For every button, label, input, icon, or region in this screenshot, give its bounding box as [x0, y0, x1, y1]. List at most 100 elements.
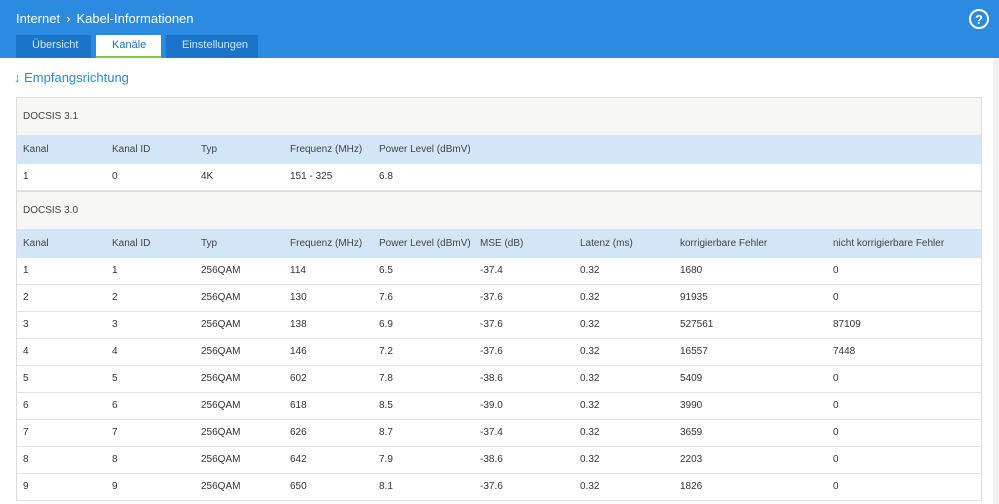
- table-cell: 2203: [680, 454, 703, 465]
- table-cell: 0: [112, 171, 118, 182]
- column-header: Power Level (dBmV): [379, 238, 471, 249]
- tab-kanaele[interactable]: Kanäle: [96, 35, 161, 58]
- table-cell: 0.32: [580, 265, 600, 276]
- table-row: 7 7 256QAM 626 8.7 -37.4 0.32 3659 0: [17, 420, 981, 447]
- table-cell: 91935: [680, 292, 708, 303]
- table-cell: 0: [833, 427, 839, 438]
- table-cell: 7.9: [379, 454, 393, 465]
- table-cell: 0: [833, 265, 839, 276]
- column-header: Frequenz (MHz): [290, 238, 363, 249]
- tab-bar: Übersicht Kanäle Einstellungen: [16, 35, 258, 58]
- table-cell: 9: [23, 481, 29, 492]
- table-cell: 8: [112, 454, 118, 465]
- tab-einstellungen[interactable]: Einstellungen: [166, 35, 258, 58]
- table-cell: 0.32: [580, 292, 600, 303]
- table-row: 1 1 256QAM 114 6.5 -37.4 0.32 1680 0: [17, 258, 981, 285]
- column-header: Typ: [201, 144, 218, 155]
- table-cell: 256QAM: [201, 292, 241, 303]
- arrow-down-icon: ↓: [14, 70, 21, 85]
- table-cell: 5: [112, 373, 118, 384]
- table-row: 5 5 256QAM 602 7.8 -38.6 0.32 5409 0: [17, 366, 981, 393]
- table-cell: 256QAM: [201, 319, 241, 330]
- table-cell: 256QAM: [201, 346, 241, 357]
- table-row: 4 4 256QAM 146 7.2 -37.6 0.32 16557 7448: [17, 339, 981, 366]
- table-cell: 7: [112, 427, 118, 438]
- table-cell: 7448: [833, 346, 856, 357]
- table-cell: 256QAM: [201, 427, 241, 438]
- table-cell: 2: [23, 292, 29, 303]
- docsis31-section: Kanal Kanal ID Typ Frequenz (MHz) Power Leve…: [17, 135, 981, 191]
- table-cell: 0.32: [580, 400, 600, 411]
- channel-table: DOCSIS 3.1 Kanal Kanal ID Typ Frequenz (MHz…: [16, 97, 982, 501]
- table-cell: -38.6: [480, 373, 503, 384]
- table-cell: -37.4: [480, 265, 503, 276]
- column-header: Kanal ID: [112, 144, 151, 155]
- table-cell: 527561: [680, 319, 714, 330]
- table-cell: -38.6: [480, 454, 503, 465]
- column-header: Frequenz (MHz): [290, 144, 363, 155]
- chevron-right-icon: ›: [66, 11, 71, 26]
- docsis30-section: Kanal Kanal ID Typ Frequenz (MHz) Power Leve…: [17, 229, 981, 501]
- table-cell: 0: [833, 400, 839, 411]
- table-cell: 256QAM: [201, 373, 241, 384]
- table-row: 9 9 256QAM 650 8.1 -37.6 0.32 1826 0: [17, 474, 981, 501]
- table-row: 1 0 4K 151 - 325 6.8: [17, 164, 981, 191]
- table-cell: -37.4: [480, 427, 503, 438]
- table-cell: -37.6: [480, 346, 503, 357]
- table-cell: 8.5: [379, 400, 393, 411]
- vertical-scrollbar[interactable]: [993, 58, 999, 504]
- table-cell: 7.2: [379, 346, 393, 357]
- table-cell: 8.1: [379, 481, 393, 492]
- top-header: Internet › Kabel-Informationen ? Übersic…: [0, 0, 999, 58]
- table-cell: 9: [112, 481, 118, 492]
- table-cell: 0: [833, 292, 839, 303]
- table-cell: 1826: [680, 481, 703, 492]
- column-header: Latenz (ms): [580, 238, 633, 249]
- table-cell: 87109: [833, 319, 861, 330]
- table-cell: 0.32: [580, 319, 600, 330]
- table-cell: 0: [833, 454, 839, 465]
- table-cell: 602: [290, 373, 307, 384]
- table-cell: 2: [112, 292, 118, 303]
- docsis30-group-header: DOCSIS 3.0: [17, 191, 981, 229]
- column-header: Kanal: [23, 238, 49, 249]
- table-cell: 3: [23, 319, 29, 330]
- column-header: Power Level (dBmV): [379, 144, 471, 155]
- table-cell: 3990: [680, 400, 703, 411]
- table-cell: 0.32: [580, 373, 600, 384]
- table-cell: 0.32: [580, 481, 600, 492]
- table-cell: 626: [290, 427, 307, 438]
- tab-uebersicht[interactable]: Übersicht: [16, 35, 91, 58]
- table-cell: 3659: [680, 427, 703, 438]
- table-cell: 0.32: [580, 454, 600, 465]
- table-cell: 7: [23, 427, 29, 438]
- table-cell: 4: [23, 346, 29, 357]
- table-cell: 1: [23, 171, 29, 182]
- table-cell: 138: [290, 319, 307, 330]
- table-cell: 5: [23, 373, 29, 384]
- column-header: Kanal: [23, 144, 49, 155]
- help-icon[interactable]: ?: [969, 9, 989, 29]
- breadcrumb-internet[interactable]: Internet: [16, 11, 60, 26]
- section-title: ↓ Empfangsrichtung: [14, 70, 129, 85]
- column-header: korrigierbare Fehler: [680, 238, 768, 249]
- table-cell: -37.6: [480, 481, 503, 492]
- column-header: Typ: [201, 238, 218, 249]
- table-cell: 7.8: [379, 373, 393, 384]
- table-cell: 0.32: [580, 427, 600, 438]
- table-cell: 4: [112, 346, 118, 357]
- table-cell: 8.7: [379, 427, 393, 438]
- section-title-text: Empfangsrichtung: [24, 70, 129, 85]
- table-cell: 1: [112, 265, 118, 276]
- table-cell: 6: [112, 400, 118, 411]
- table-cell: 7.6: [379, 292, 393, 303]
- table-cell: 1: [23, 265, 29, 276]
- table-cell: 1680: [680, 265, 703, 276]
- table-cell: 16557: [680, 346, 708, 357]
- table-cell: 6.5: [379, 265, 393, 276]
- breadcrumb: Internet › Kabel-Informationen: [16, 11, 194, 26]
- table-row: 2 2 256QAM 130 7.6 -37.6 0.32 91935 0: [17, 285, 981, 312]
- table-cell: 114: [290, 265, 306, 276]
- breadcrumb-kabel-informationen: Kabel-Informationen: [76, 11, 194, 26]
- table-cell: 256QAM: [201, 265, 241, 276]
